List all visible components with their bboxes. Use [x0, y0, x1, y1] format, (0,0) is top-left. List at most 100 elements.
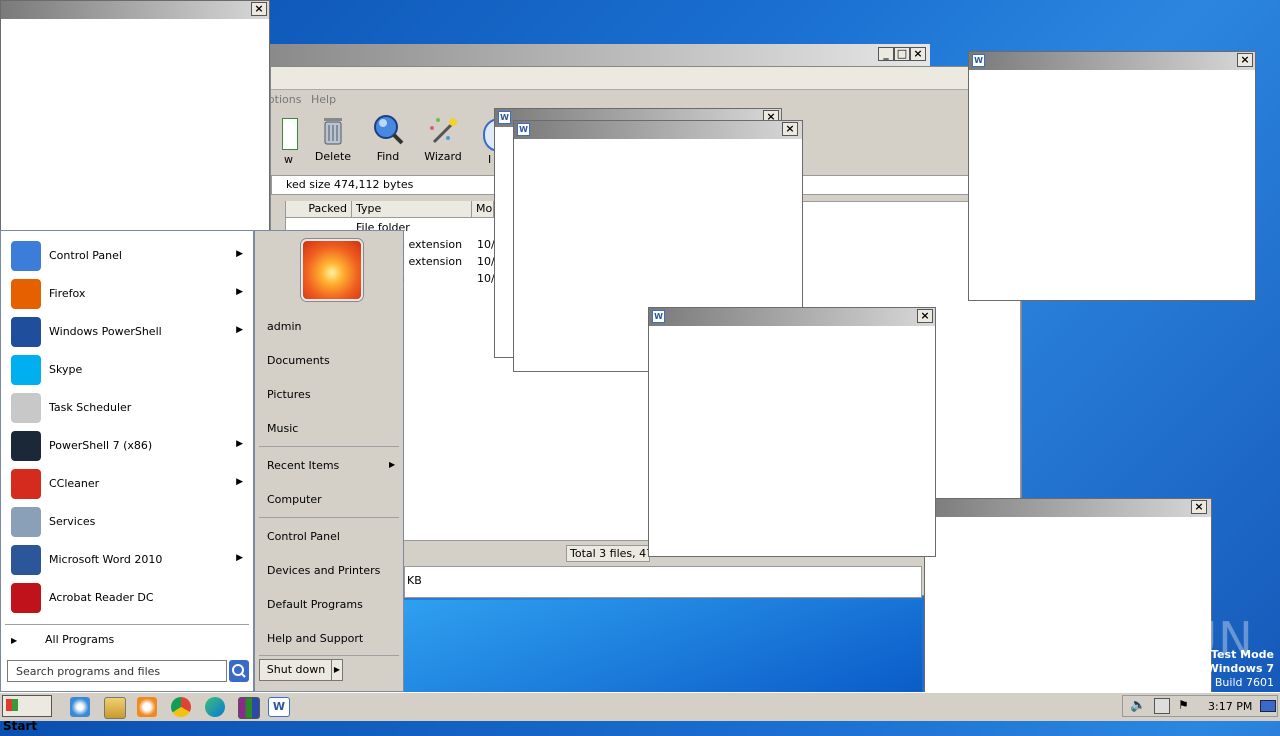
program-label: Skype	[49, 363, 83, 376]
title-bar[interactable]	[1, 1, 269, 19]
menu-item-documents[interactable]: Documents	[267, 354, 330, 367]
title-bar[interactable]	[969, 52, 1255, 70]
close-button[interactable]: ×	[917, 309, 933, 323]
program-item[interactable]: Microsoft Word 2010 ▶	[9, 543, 249, 577]
user-avatar[interactable]	[301, 239, 363, 301]
menu-item-pictures[interactable]: Pictures	[267, 388, 311, 401]
table-row-modified: 10/	[477, 238, 495, 251]
all-programs[interactable]: ▶ All Programs	[11, 633, 247, 649]
menu-item-admin[interactable]: admin	[267, 320, 301, 333]
wizard-button[interactable]: Wizard	[415, 112, 471, 163]
divider	[5, 624, 249, 625]
close-button[interactable]: ×	[251, 2, 267, 16]
action-center-flag-icon[interactable]: ⚑	[1178, 698, 1189, 712]
menu-help[interactable]: Help	[311, 93, 336, 106]
arrow-right-icon: ▶	[333, 665, 341, 674]
task-scheduler-icon	[11, 393, 41, 423]
blank-window-topleft: ×	[0, 0, 270, 232]
menu-item-recent-items[interactable]: Recent Items	[267, 459, 339, 472]
start-menu-programs: Control Panel ▶ Firefox ▶ Windows PowerShell…	[0, 230, 254, 692]
divider	[259, 517, 399, 518]
chrome-icon[interactable]	[171, 697, 191, 717]
close-button[interactable]: ×	[782, 122, 798, 136]
program-item[interactable]: Services	[9, 505, 249, 539]
maximize-button[interactable]: □	[894, 47, 910, 61]
word-icon: W	[498, 111, 511, 124]
program-label: Control Panel	[49, 249, 122, 262]
media-player-icon[interactable]	[137, 697, 157, 717]
menu-item-default-programs[interactable]: Default Programs	[267, 598, 363, 611]
program-item[interactable]: Task Scheduler	[9, 391, 249, 425]
arrow-right-icon: ▶	[236, 325, 243, 335]
title-bar[interactable]	[514, 121, 802, 139]
table-row-modified: 10/	[477, 272, 495, 285]
winrar-icon[interactable]	[238, 697, 260, 719]
test-mode-line1: Test Mode	[1211, 648, 1274, 661]
archive-info-text: ked size 474,112 bytes	[286, 178, 414, 191]
start-label: Start	[3, 719, 38, 733]
column-header-packed[interactable]: Packed	[286, 201, 352, 218]
program-item[interactable]: Windows PowerShell ▶	[9, 315, 249, 349]
delete-button[interactable]: Delete	[305, 112, 361, 163]
taskbar	[0, 692, 1280, 721]
arrow-right-icon: ▶	[236, 439, 243, 449]
all-programs-label: All Programs	[45, 633, 115, 646]
word-window: W ×	[648, 307, 936, 557]
program-item[interactable]: Firefox ▶	[9, 277, 249, 311]
shutdown-options-button[interactable]: ▶	[331, 659, 343, 681]
word-taskbar-icon[interactable]: W	[268, 697, 290, 717]
menu-item-music[interactable]: Music	[267, 422, 298, 435]
close-button[interactable]: ×	[910, 47, 926, 61]
search-input[interactable]: Search programs and files	[7, 660, 227, 682]
powershell7-icon	[11, 431, 41, 461]
close-button[interactable]: ×	[1191, 500, 1207, 514]
menu-item-computer[interactable]: Computer	[267, 493, 322, 506]
program-label: Services	[49, 515, 96, 528]
column-header-modified[interactable]: Mo	[472, 201, 494, 218]
title-bar[interactable]	[649, 308, 935, 326]
arrow-right-icon: ▶	[236, 477, 243, 487]
title-bar[interactable]	[925, 499, 1211, 517]
search-icon[interactable]	[229, 660, 249, 682]
menu-item-control-panel[interactable]: Control Panel	[267, 530, 340, 543]
winrar-title-bar[interactable]	[270, 44, 930, 66]
desktop-preview	[404, 600, 922, 692]
find-button[interactable]: Find	[360, 112, 416, 163]
wand-icon	[426, 112, 460, 146]
magnifier-icon	[371, 112, 405, 146]
menu-bar	[271, 67, 1021, 90]
column-header-type[interactable]: Type	[352, 201, 472, 218]
volume-icon[interactable]: 🔈	[1130, 698, 1146, 713]
add-icon[interactable]	[282, 118, 298, 150]
menu-item-help-support[interactable]: Help and Support	[267, 632, 363, 645]
test-mode-line2: Windows 7	[1206, 662, 1274, 675]
edge-icon[interactable]	[205, 697, 225, 717]
tool-label-partial: w	[284, 153, 293, 166]
show-desktop-icon[interactable]	[1260, 700, 1276, 712]
skype-icon	[11, 355, 41, 385]
ie-icon[interactable]	[70, 697, 90, 717]
program-label: Windows PowerShell	[49, 325, 162, 338]
close-button[interactable]: ×	[1237, 53, 1253, 67]
powershell-icon	[11, 317, 41, 347]
size-unit: KB	[407, 574, 422, 587]
program-label: Microsoft Word 2010	[49, 553, 163, 566]
program-item[interactable]: Skype	[9, 353, 249, 387]
word-icon: W	[972, 54, 985, 67]
program-item[interactable]: Control Panel ▶	[9, 239, 249, 273]
shutdown-button[interactable]: Shut down	[259, 659, 333, 681]
explorer-icon[interactable]	[104, 697, 126, 719]
program-item[interactable]: CCleaner ▶	[9, 467, 249, 501]
network-icon[interactable]	[1154, 698, 1170, 714]
program-item[interactable]: Acrobat Reader DC	[9, 581, 249, 615]
program-item[interactable]: PowerShell 7 (x86) ▶	[9, 429, 249, 463]
program-label: Acrobat Reader DC	[49, 591, 154, 604]
arrow-right-icon: ▶	[389, 460, 396, 469]
divider	[259, 655, 399, 656]
menu-item-devices-printers[interactable]: Devices and Printers	[267, 564, 380, 577]
start-button[interactable]: Start	[2, 695, 52, 733]
arrow-right-icon: ▶	[236, 249, 243, 259]
clock[interactable]: 3:17 PM	[1208, 700, 1252, 713]
tool-label-partial-right: I	[488, 153, 492, 166]
minimize-button[interactable]: _	[878, 47, 894, 61]
